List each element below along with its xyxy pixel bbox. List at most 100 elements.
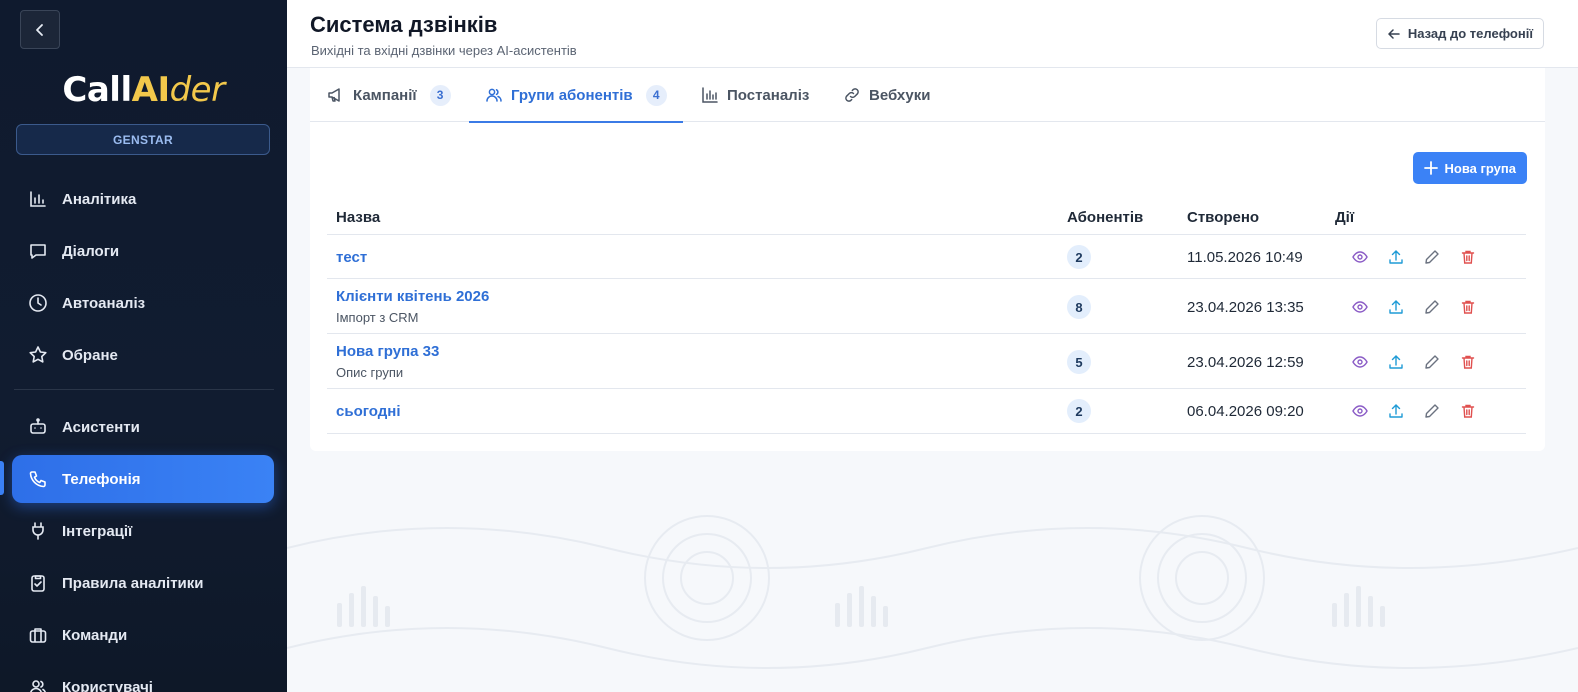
- bar-chart-icon: [701, 86, 719, 104]
- table-row: Клієнти квітень 2026 Імпорт з CRM 8 23.0…: [327, 279, 1526, 334]
- group-name-cell: тест: [336, 249, 367, 266]
- delete-button[interactable]: [1450, 351, 1486, 373]
- star-icon: [27, 344, 49, 366]
- column-header-name: Назва: [336, 209, 381, 226]
- export-button[interactable]: [1378, 351, 1414, 373]
- users-icon: [485, 86, 503, 104]
- sidebar-item-teams[interactable]: Команди: [12, 611, 274, 659]
- sidebar-item-telephony[interactable]: Телефонія: [12, 455, 274, 503]
- subscriber-count-badge: 5: [1067, 350, 1091, 374]
- tab-label: Кампанії: [353, 86, 417, 104]
- subscriber-count-badge: 2: [1067, 245, 1091, 269]
- created-date: 23.04.2026 13:35: [1187, 299, 1304, 316]
- view-button[interactable]: [1342, 246, 1378, 268]
- sidebar-item-dialogs[interactable]: Діалоги: [12, 227, 274, 275]
- sidebar-item-label: Діалоги: [62, 242, 120, 260]
- chart-bar-icon: [27, 188, 49, 210]
- sidebar-item-analytics-rules[interactable]: Правила аналітики: [12, 559, 274, 607]
- link-icon: [843, 86, 861, 104]
- tab-label: Групи абонентів: [511, 86, 633, 104]
- upload-icon: [1389, 250, 1403, 264]
- briefcase-icon: [27, 624, 49, 646]
- export-button[interactable]: [1378, 296, 1414, 318]
- logo-part-call: Call: [62, 70, 132, 110]
- table-row: тест 2 11.05.2026 10:49: [327, 235, 1526, 279]
- upload-icon: [1389, 355, 1403, 369]
- delete-button[interactable]: [1450, 246, 1486, 268]
- subscriber-count-badge: 2: [1067, 399, 1091, 423]
- groups-card: Кампанії 3 Групи абонентів 4 Постаналіз …: [310, 68, 1545, 451]
- row-actions: [1342, 400, 1486, 422]
- trash-icon: [1461, 250, 1475, 264]
- sidebar-item-label: Правила аналітики: [62, 574, 204, 592]
- page-title: Система дзвінків: [310, 12, 498, 37]
- tabs-bar: Кампанії 3 Групи абонентів 4 Постаналіз …: [310, 68, 1545, 123]
- collapse-sidebar-button[interactable]: [20, 10, 60, 49]
- table-header: Назва Абонентів Створено Дії: [327, 203, 1526, 235]
- pencil-icon: [1425, 300, 1439, 314]
- tab-count-badge: 4: [645, 84, 667, 106]
- delete-button[interactable]: [1450, 400, 1486, 422]
- created-date: 11.05.2026 10:49: [1187, 249, 1303, 266]
- sidebar-item-autoanalysis[interactable]: Автоаналіз: [12, 279, 274, 327]
- tab-count-badge: 3: [429, 84, 451, 106]
- megaphone-icon: [327, 86, 345, 104]
- sidebar-item-label: Телефонія: [62, 470, 141, 488]
- view-button[interactable]: [1342, 296, 1378, 318]
- new-group-button[interactable]: Нова група: [1412, 152, 1527, 184]
- view-button[interactable]: [1342, 351, 1378, 373]
- back-to-telephony-button[interactable]: Назад до телефонії: [1375, 18, 1544, 49]
- back-button-label: Назад до телефонії: [1407, 26, 1533, 41]
- logo-part-der: der: [169, 70, 225, 110]
- sidebar-item-analytics[interactable]: Аналітика: [12, 175, 274, 223]
- group-name-link[interactable]: Нова група 33: [336, 343, 439, 360]
- export-button[interactable]: [1378, 400, 1414, 422]
- sidebar-item-label: Інтеграції: [62, 522, 133, 540]
- edit-button[interactable]: [1414, 351, 1450, 373]
- eye-icon: [1352, 356, 1368, 368]
- arrow-left-icon: [1387, 27, 1401, 41]
- app-logo: CallAIder: [0, 70, 287, 110]
- pencil-icon: [1425, 250, 1439, 264]
- trash-icon: [1461, 355, 1475, 369]
- sidebar-item-integrations[interactable]: Інтеграції: [12, 507, 274, 555]
- groups-table: Назва Абонентів Створено Дії тест 2 11.0…: [327, 203, 1526, 434]
- active-indicator: [0, 461, 4, 495]
- created-date: 06.04.2026 09:20: [1187, 403, 1304, 420]
- tab-campaigns[interactable]: Кампанії 3: [327, 68, 451, 122]
- upload-icon: [1389, 404, 1403, 418]
- tab-subscriber-groups[interactable]: Групи абонентів 4: [469, 68, 683, 123]
- delete-button[interactable]: [1450, 296, 1486, 318]
- view-button[interactable]: [1342, 400, 1378, 422]
- edit-button[interactable]: [1414, 400, 1450, 422]
- pencil-icon: [1425, 355, 1439, 369]
- tab-webhooks[interactable]: Вебхуки: [843, 68, 930, 122]
- sidebar-item-assistants[interactable]: Асистенти: [12, 403, 274, 451]
- phone-icon: [27, 468, 49, 490]
- sidebar: CallAIder GENSTAR Аналітика Діалоги Авто…: [0, 0, 287, 692]
- users-icon: [27, 676, 49, 692]
- organization-badge[interactable]: GENSTAR: [16, 124, 270, 155]
- group-name-link[interactable]: сьогодні: [336, 403, 401, 420]
- group-name-link[interactable]: тест: [336, 249, 367, 266]
- group-name-link[interactable]: Клієнти квітень 2026: [336, 288, 489, 305]
- tab-postanalysis[interactable]: Постаналіз: [701, 68, 809, 122]
- column-header-created: Створено: [1187, 209, 1260, 226]
- edit-button[interactable]: [1414, 246, 1450, 268]
- plus-icon: [1423, 161, 1438, 175]
- sidebar-item-favorites[interactable]: Обране: [12, 331, 274, 379]
- subscriber-count-badge: 8: [1067, 295, 1091, 319]
- table-row: Нова група 33 Опис групи 5 23.04.2026 12…: [327, 334, 1526, 389]
- trash-icon: [1461, 300, 1475, 314]
- sidebar-item-label: Асистенти: [62, 418, 140, 436]
- eye-icon: [1352, 405, 1368, 417]
- edit-button[interactable]: [1414, 296, 1450, 318]
- row-actions: [1342, 351, 1486, 373]
- chevron-left-icon: [36, 23, 43, 36]
- group-description: Імпорт з CRM: [336, 310, 419, 325]
- eye-icon: [1352, 301, 1368, 313]
- sidebar-item-users[interactable]: Користувачі: [12, 663, 274, 692]
- tab-label: Постаналіз: [727, 86, 810, 104]
- sidebar-item-label: Команди: [62, 626, 128, 644]
- export-button[interactable]: [1378, 246, 1414, 268]
